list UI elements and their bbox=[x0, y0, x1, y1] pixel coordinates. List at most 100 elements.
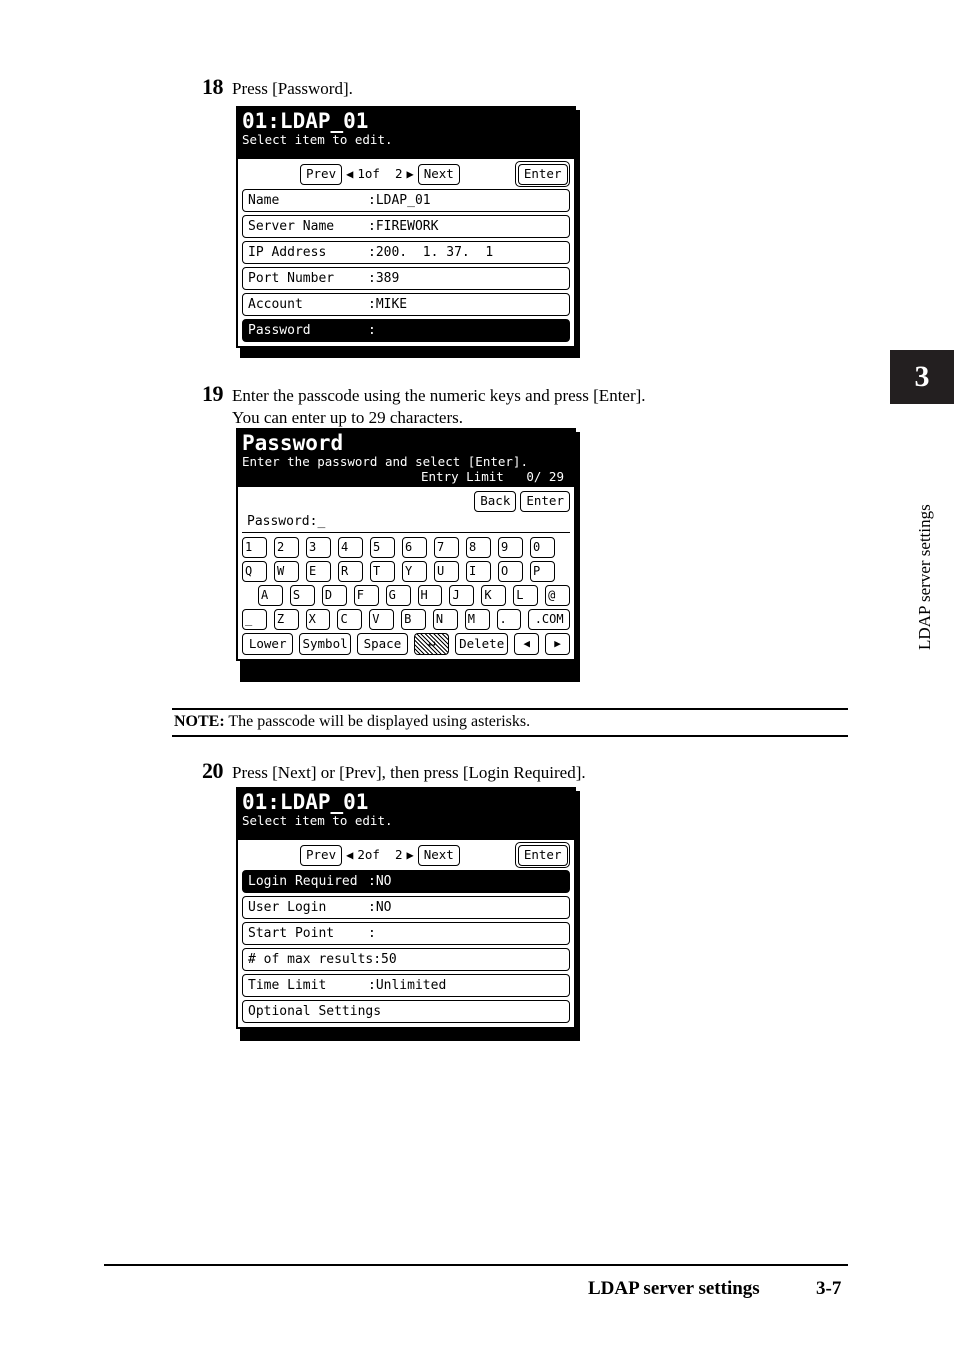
key-u[interactable]: U bbox=[434, 561, 459, 582]
key-underscore[interactable]: _ bbox=[242, 609, 267, 630]
key-b[interactable]: B bbox=[401, 609, 426, 630]
table-row[interactable]: Time Limit :Unlimited bbox=[242, 974, 570, 997]
key-z[interactable]: Z bbox=[273, 609, 299, 630]
key-period[interactable]: . bbox=[496, 609, 522, 630]
key-x[interactable]: X bbox=[305, 609, 331, 630]
row-value: : bbox=[368, 323, 376, 338]
enter-button-frame[interactable]: Enter bbox=[515, 842, 570, 868]
key-i[interactable]: I bbox=[466, 561, 491, 582]
delete-button[interactable]: Delete bbox=[455, 633, 509, 655]
table-row[interactable]: IP Address :200. 1. 37. 1 bbox=[242, 241, 570, 264]
step-20: 20 Press [Next] or [Prev], then press [L… bbox=[202, 760, 586, 784]
step-20-text: Press [Next] or [Prev], then press [Logi… bbox=[232, 763, 586, 782]
key-6[interactable]: 6 bbox=[402, 537, 427, 558]
keyboard-row-numbers: 1 2 3 4 5 6 7 8 9 0 bbox=[242, 537, 570, 558]
key-q[interactable]: Q bbox=[242, 561, 267, 582]
table-row[interactable]: Optional Settings bbox=[242, 1000, 570, 1023]
next-button[interactable]: Next bbox=[417, 844, 460, 866]
table-row[interactable]: Start Point : bbox=[242, 922, 570, 945]
panel-page2-subtitle: Select item to edit. bbox=[242, 813, 393, 828]
lower-case-button[interactable]: Lower bbox=[242, 633, 294, 655]
key-r[interactable]: R bbox=[338, 561, 363, 582]
panel-page2-header: 01:LDAP_01 Select item to edit. bbox=[236, 787, 576, 839]
enter-button[interactable]: Enter bbox=[517, 163, 568, 185]
table-row[interactable]: # of max results:50 bbox=[242, 948, 570, 971]
key-e[interactable]: E bbox=[306, 561, 331, 582]
page-left-arrow-icon[interactable]: ◀ bbox=[346, 847, 353, 863]
key-k[interactable]: K bbox=[481, 585, 507, 606]
prev-button[interactable]: Prev bbox=[300, 163, 343, 185]
enter-button[interactable]: Enter bbox=[520, 490, 570, 512]
key-m[interactable]: M bbox=[464, 609, 490, 630]
key-s[interactable]: S bbox=[289, 585, 315, 606]
row-value: :NO bbox=[368, 900, 392, 915]
step-18-text: Press [Password]. bbox=[232, 79, 353, 98]
key-c[interactable]: C bbox=[337, 609, 363, 630]
key-o[interactable]: O bbox=[498, 561, 523, 582]
key-3[interactable]: 3 bbox=[306, 537, 331, 558]
row-label: Account bbox=[248, 297, 303, 312]
page-indicator: 1of 2 bbox=[357, 166, 403, 181]
back-button[interactable]: Back bbox=[474, 490, 517, 512]
row-label: Password bbox=[248, 323, 311, 338]
page-right-arrow-icon[interactable]: ▶ bbox=[407, 166, 414, 182]
key-y[interactable]: Y bbox=[402, 561, 427, 582]
key-1[interactable]: 1 bbox=[242, 537, 267, 558]
key-a[interactable]: A bbox=[258, 585, 283, 606]
keyboard-row-qwerty: Q W E R T Y U I O P bbox=[242, 561, 570, 582]
table-row[interactable]: Server Name :FIREWORK bbox=[242, 215, 570, 238]
key-j[interactable]: J bbox=[449, 585, 475, 606]
note-label: NOTE: bbox=[174, 713, 225, 730]
panel-page2-title: 01:LDAP_01 bbox=[242, 790, 369, 814]
page-left-arrow-icon[interactable]: ◀ bbox=[346, 166, 353, 182]
entry-limit-counter: Entry Limit 0/ 29 bbox=[421, 469, 564, 484]
table-row-password-selected[interactable]: Password : bbox=[242, 319, 570, 342]
row-label: Port Number bbox=[248, 271, 335, 286]
cursor-right-arrow-icon[interactable]: ▶ bbox=[545, 633, 570, 655]
enter-button-frame[interactable]: Enter bbox=[515, 161, 570, 187]
cursor-left-arrow-icon[interactable]: ◀ bbox=[514, 633, 540, 655]
key-l[interactable]: L bbox=[513, 585, 539, 606]
symbol-button[interactable]: Symbol bbox=[299, 633, 351, 655]
key-0[interactable]: 0 bbox=[530, 537, 555, 558]
key-v[interactable]: V bbox=[369, 609, 395, 630]
next-button[interactable]: Next bbox=[417, 163, 460, 185]
text-cursor: _ bbox=[317, 514, 326, 529]
chapter-tab-label: LDAP server settings bbox=[915, 504, 934, 650]
key-9[interactable]: 9 bbox=[498, 537, 523, 558]
enter-button[interactable]: Enter bbox=[517, 844, 568, 866]
table-row[interactable]: Account :MIKE bbox=[242, 293, 570, 316]
prev-button[interactable]: Prev bbox=[300, 844, 343, 866]
note-text: NOTE: The passcode will be displayed usi… bbox=[174, 712, 530, 732]
password-panel-actions: Back Enter bbox=[242, 490, 570, 512]
key-2[interactable]: 2 bbox=[274, 537, 299, 558]
key-dot-com[interactable]: .COM bbox=[528, 609, 570, 630]
keyboard-row-zxcv: _ Z X C V B N M . .COM bbox=[242, 609, 570, 630]
table-row[interactable]: User Login :NO bbox=[242, 896, 570, 919]
table-row[interactable]: Name :LDAP_01 bbox=[242, 189, 570, 212]
space-button[interactable]: Space bbox=[356, 633, 409, 655]
row-label: # of max results:50 bbox=[248, 952, 397, 967]
note-body: The passcode will be displayed using ast… bbox=[228, 713, 531, 730]
key-8[interactable]: 8 bbox=[466, 537, 491, 558]
table-row-login-required-selected[interactable]: Login Required :NO bbox=[242, 870, 570, 893]
key-d[interactable]: D bbox=[321, 585, 347, 606]
key-n[interactable]: N bbox=[432, 609, 458, 630]
key-at[interactable]: @ bbox=[545, 585, 571, 606]
return-key-icon[interactable]: ↵ bbox=[414, 633, 450, 655]
key-f[interactable]: F bbox=[353, 585, 379, 606]
row-value: :389 bbox=[368, 271, 400, 286]
key-5[interactable]: 5 bbox=[370, 537, 395, 558]
key-4[interactable]: 4 bbox=[338, 537, 363, 558]
page-right-arrow-icon[interactable]: ▶ bbox=[407, 847, 414, 863]
row-value: :200. 1. 37. 1 bbox=[368, 245, 494, 260]
key-h[interactable]: H bbox=[417, 585, 443, 606]
key-w[interactable]: W bbox=[274, 561, 299, 582]
key-p[interactable]: P bbox=[530, 561, 555, 582]
password-input[interactable]: Password:_ bbox=[242, 514, 570, 533]
key-7[interactable]: 7 bbox=[434, 537, 459, 558]
table-row[interactable]: Port Number :389 bbox=[242, 267, 570, 290]
chapter-number: 3 bbox=[914, 360, 930, 393]
key-t[interactable]: T bbox=[370, 561, 395, 582]
key-g[interactable]: G bbox=[385, 585, 411, 606]
